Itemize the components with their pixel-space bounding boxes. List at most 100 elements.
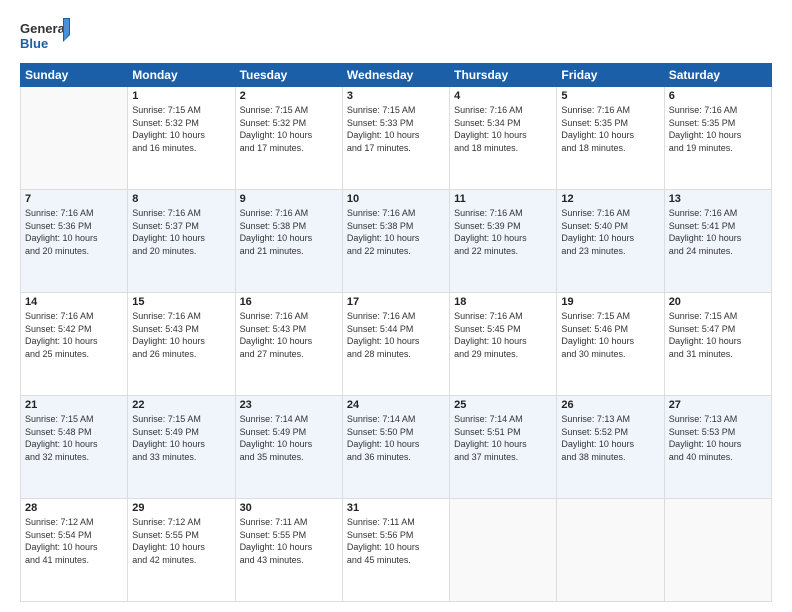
day-number: 26 bbox=[561, 399, 659, 411]
calendar-cell: 8 Sunrise: 7:16 AM Sunset: 5:37 PM Daylig… bbox=[128, 190, 235, 293]
day-info: Sunrise: 7:16 AM Sunset: 5:43 PM Dayligh… bbox=[240, 310, 338, 360]
day-number: 3 bbox=[347, 90, 445, 102]
week-row-5: 28 Sunrise: 7:12 AM Sunset: 5:54 PM Dayli… bbox=[21, 499, 772, 602]
calendar-cell: 28 Sunrise: 7:12 AM Sunset: 5:54 PM Dayli… bbox=[21, 499, 128, 602]
weekday-header-row: SundayMondayTuesdayWednesdayThursdayFrid… bbox=[21, 64, 772, 87]
calendar-cell: 4 Sunrise: 7:16 AM Sunset: 5:34 PM Daylig… bbox=[450, 87, 557, 190]
calendar-cell: 14Sunrise: 7:16 AM Sunset: 5:42 PM Dayli… bbox=[21, 293, 128, 396]
calendar-cell: 24 Sunrise: 7:14 AM Sunset: 5:50 PM Dayli… bbox=[342, 396, 449, 499]
day-info: Sunrise: 7:15 AM Sunset: 5:47 PM Dayligh… bbox=[669, 310, 767, 360]
day-number: 9 bbox=[240, 193, 338, 205]
day-info: Sunrise: 7:16 AM Sunset: 5:43 PM Dayligh… bbox=[132, 310, 230, 360]
calendar-cell: 13 Sunrise: 7:16 AM Sunset: 5:41 PM Dayli… bbox=[664, 190, 771, 293]
day-info: Sunrise: 7:11 AM Sunset: 5:55 PM Dayligh… bbox=[240, 516, 338, 566]
calendar-cell: 19 Sunrise: 7:15 AM Sunset: 5:46 PM Dayli… bbox=[557, 293, 664, 396]
logo-icon: General Blue bbox=[20, 15, 70, 55]
weekday-header-tuesday: Tuesday bbox=[235, 64, 342, 87]
day-number: 13 bbox=[669, 193, 767, 205]
calendar-cell: 12Sunrise: 7:16 AM Sunset: 5:40 PM Dayli… bbox=[557, 190, 664, 293]
day-number: 10 bbox=[347, 193, 445, 205]
day-number: 21 bbox=[25, 399, 123, 411]
day-info: Sunrise: 7:16 AM Sunset: 5:41 PM Dayligh… bbox=[669, 207, 767, 257]
header: General Blue bbox=[20, 15, 772, 55]
day-number: 24 bbox=[347, 399, 445, 411]
day-info: Sunrise: 7:16 AM Sunset: 5:35 PM Dayligh… bbox=[669, 104, 767, 154]
calendar-cell: 27 Sunrise: 7:13 AM Sunset: 5:53 PM Dayli… bbox=[664, 396, 771, 499]
day-info: Sunrise: 7:15 AM Sunset: 5:33 PM Dayligh… bbox=[347, 104, 445, 154]
day-info: Sunrise: 7:16 AM Sunset: 5:42 PM Dayligh… bbox=[25, 310, 123, 360]
calendar-cell: 17 Sunrise: 7:16 AM Sunset: 5:44 PM Dayli… bbox=[342, 293, 449, 396]
day-info: Sunrise: 7:15 AM Sunset: 5:32 PM Dayligh… bbox=[240, 104, 338, 154]
calendar-cell: 18Sunrise: 7:16 AM Sunset: 5:45 PM Dayli… bbox=[450, 293, 557, 396]
calendar-cell: 2 Sunrise: 7:15 AM Sunset: 5:32 PM Daylig… bbox=[235, 87, 342, 190]
weekday-header-friday: Friday bbox=[557, 64, 664, 87]
day-info: Sunrise: 7:15 AM Sunset: 5:48 PM Dayligh… bbox=[25, 413, 123, 463]
day-info: Sunrise: 7:15 AM Sunset: 5:46 PM Dayligh… bbox=[561, 310, 659, 360]
day-number: 11 bbox=[454, 193, 552, 205]
day-number: 27 bbox=[669, 399, 767, 411]
day-info: Sunrise: 7:16 AM Sunset: 5:39 PM Dayligh… bbox=[454, 207, 552, 257]
calendar-cell: 16Sunrise: 7:16 AM Sunset: 5:43 PM Dayli… bbox=[235, 293, 342, 396]
day-number: 4 bbox=[454, 90, 552, 102]
day-info: Sunrise: 7:15 AM Sunset: 5:49 PM Dayligh… bbox=[132, 413, 230, 463]
day-number: 7 bbox=[25, 193, 123, 205]
week-row-1: 1 Sunrise: 7:15 AM Sunset: 5:32 PM Daylig… bbox=[21, 87, 772, 190]
calendar-cell: 20 Sunrise: 7:15 AM Sunset: 5:47 PM Dayli… bbox=[664, 293, 771, 396]
day-info: Sunrise: 7:16 AM Sunset: 5:36 PM Dayligh… bbox=[25, 207, 123, 257]
calendar-cell: 3 Sunrise: 7:15 AM Sunset: 5:33 PM Daylig… bbox=[342, 87, 449, 190]
day-info: Sunrise: 7:14 AM Sunset: 5:49 PM Dayligh… bbox=[240, 413, 338, 463]
weekday-header-sunday: Sunday bbox=[21, 64, 128, 87]
day-info: Sunrise: 7:13 AM Sunset: 5:53 PM Dayligh… bbox=[669, 413, 767, 463]
calendar-cell: 5Sunrise: 7:16 AM Sunset: 5:35 PM Daylig… bbox=[557, 87, 664, 190]
weekday-header-saturday: Saturday bbox=[664, 64, 771, 87]
calendar-cell: 1 Sunrise: 7:15 AM Sunset: 5:32 PM Daylig… bbox=[128, 87, 235, 190]
calendar-cell: 30 Sunrise: 7:11 AM Sunset: 5:55 PM Dayli… bbox=[235, 499, 342, 602]
week-row-3: 14Sunrise: 7:16 AM Sunset: 5:42 PM Dayli… bbox=[21, 293, 772, 396]
day-number: 15 bbox=[132, 296, 230, 308]
day-number: 23 bbox=[240, 399, 338, 411]
day-info: Sunrise: 7:16 AM Sunset: 5:35 PM Dayligh… bbox=[561, 104, 659, 154]
day-number: 2 bbox=[240, 90, 338, 102]
week-row-4: 21 Sunrise: 7:15 AM Sunset: 5:48 PM Dayli… bbox=[21, 396, 772, 499]
calendar-cell: 15 Sunrise: 7:16 AM Sunset: 5:43 PM Dayli… bbox=[128, 293, 235, 396]
page: General Blue SundayMondayTuesdayWednesda… bbox=[0, 0, 792, 612]
day-number: 31 bbox=[347, 502, 445, 514]
calendar-cell: 26Sunrise: 7:13 AM Sunset: 5:52 PM Dayli… bbox=[557, 396, 664, 499]
calendar-cell: 9 Sunrise: 7:16 AM Sunset: 5:38 PM Daylig… bbox=[235, 190, 342, 293]
calendar-cell: 7 Sunrise: 7:16 AM Sunset: 5:36 PM Daylig… bbox=[21, 190, 128, 293]
day-number: 6 bbox=[669, 90, 767, 102]
day-info: Sunrise: 7:14 AM Sunset: 5:51 PM Dayligh… bbox=[454, 413, 552, 463]
day-info: Sunrise: 7:16 AM Sunset: 5:38 PM Dayligh… bbox=[347, 207, 445, 257]
day-info: Sunrise: 7:16 AM Sunset: 5:38 PM Dayligh… bbox=[240, 207, 338, 257]
calendar-cell: 22 Sunrise: 7:15 AM Sunset: 5:49 PM Dayli… bbox=[128, 396, 235, 499]
calendar-cell: 6 Sunrise: 7:16 AM Sunset: 5:35 PM Daylig… bbox=[664, 87, 771, 190]
day-number: 19 bbox=[561, 296, 659, 308]
day-number: 20 bbox=[669, 296, 767, 308]
svg-text:Blue: Blue bbox=[20, 36, 48, 51]
calendar-cell: 25 Sunrise: 7:14 AM Sunset: 5:51 PM Dayli… bbox=[450, 396, 557, 499]
calendar-cell: 23 Sunrise: 7:14 AM Sunset: 5:49 PM Dayli… bbox=[235, 396, 342, 499]
day-number: 29 bbox=[132, 502, 230, 514]
calendar-cell bbox=[664, 499, 771, 602]
day-info: Sunrise: 7:16 AM Sunset: 5:44 PM Dayligh… bbox=[347, 310, 445, 360]
day-info: Sunrise: 7:14 AM Sunset: 5:50 PM Dayligh… bbox=[347, 413, 445, 463]
week-row-2: 7 Sunrise: 7:16 AM Sunset: 5:36 PM Daylig… bbox=[21, 190, 772, 293]
calendar-cell bbox=[450, 499, 557, 602]
day-number: 1 bbox=[132, 90, 230, 102]
day-number: 25 bbox=[454, 399, 552, 411]
day-number: 22 bbox=[132, 399, 230, 411]
day-info: Sunrise: 7:12 AM Sunset: 5:54 PM Dayligh… bbox=[25, 516, 123, 566]
calendar-cell: 21 Sunrise: 7:15 AM Sunset: 5:48 PM Dayli… bbox=[21, 396, 128, 499]
day-number: 28 bbox=[25, 502, 123, 514]
calendar-cell: 29Sunrise: 7:12 AM Sunset: 5:55 PM Dayli… bbox=[128, 499, 235, 602]
day-info: Sunrise: 7:16 AM Sunset: 5:45 PM Dayligh… bbox=[454, 310, 552, 360]
day-info: Sunrise: 7:15 AM Sunset: 5:32 PM Dayligh… bbox=[132, 104, 230, 154]
day-number: 8 bbox=[132, 193, 230, 205]
weekday-header-monday: Monday bbox=[128, 64, 235, 87]
day-info: Sunrise: 7:16 AM Sunset: 5:37 PM Dayligh… bbox=[132, 207, 230, 257]
day-info: Sunrise: 7:16 AM Sunset: 5:34 PM Dayligh… bbox=[454, 104, 552, 154]
day-number: 17 bbox=[347, 296, 445, 308]
logo: General Blue bbox=[20, 15, 70, 55]
day-number: 30 bbox=[240, 502, 338, 514]
calendar-cell: 10 Sunrise: 7:16 AM Sunset: 5:38 PM Dayli… bbox=[342, 190, 449, 293]
